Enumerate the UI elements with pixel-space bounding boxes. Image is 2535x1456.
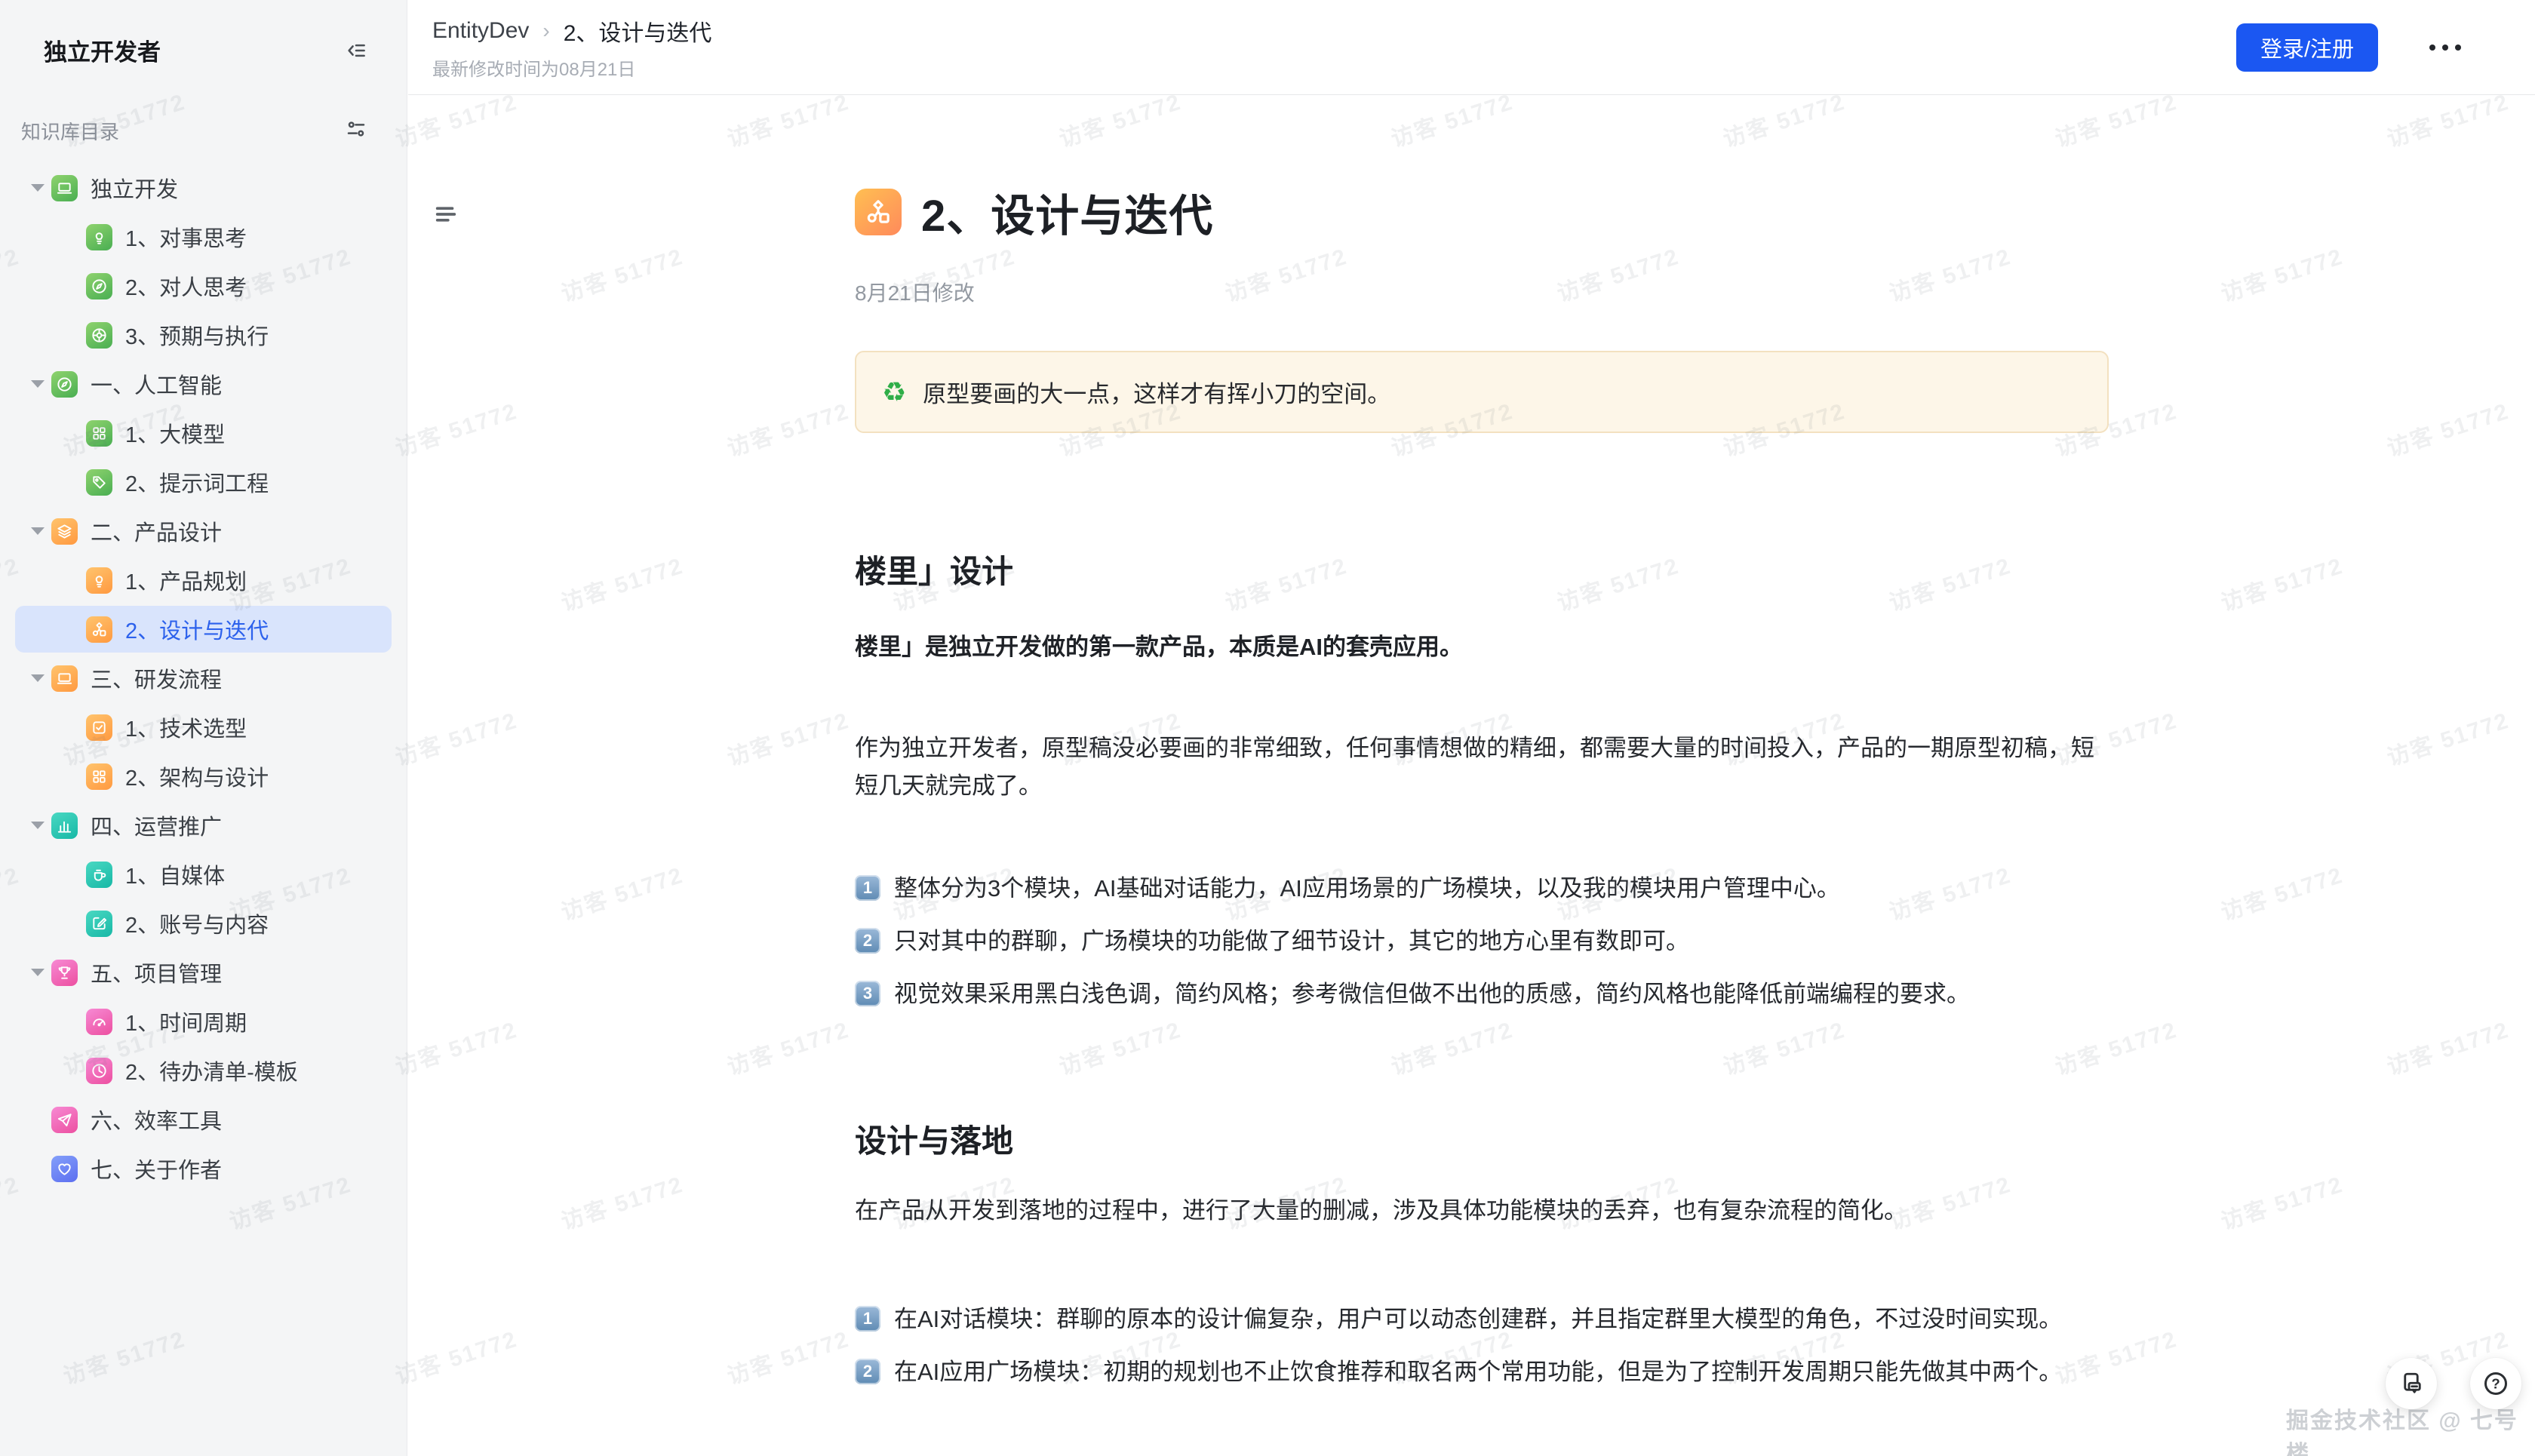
- gauge-icon: [86, 1009, 112, 1035]
- svg-text:?: ?: [2491, 1376, 2500, 1392]
- sidebar: 独立开发者 知识库目录 独立开发 1、对事思考 2、对人思考 3、: [0, 0, 407, 1456]
- caret-down-icon[interactable]: [24, 665, 51, 692]
- compass-icon: [51, 371, 78, 398]
- sidebar-item[interactable]: 二、产品设计: [15, 508, 392, 554]
- paper-plane-icon: [51, 1107, 78, 1133]
- keycap-2-icon: 2: [855, 928, 880, 954]
- help-button[interactable]: ?: [2470, 1358, 2521, 1409]
- breadcrumb-current: 2、设计与迭代: [564, 14, 712, 48]
- keycap-1-icon: 1: [855, 1306, 880, 1332]
- breadcrumb-separator-icon: ›: [542, 19, 549, 43]
- sidebar-item[interactable]: 1、技术选型: [15, 704, 392, 751]
- keycap-2-icon: 2: [855, 1359, 880, 1384]
- question-mark-icon: ?: [2482, 1370, 2509, 1397]
- paragraph-bold: 楼里」是独立开发做的第一款产品，本质是AI的套壳应用。: [855, 628, 2109, 666]
- login-register-button[interactable]: 登录/注册: [2236, 23, 2378, 72]
- lightbulb-icon: [86, 224, 112, 250]
- paragraph: 作为独立开发者，原型稿没必要画的非常细致，任何事情想做的精细，都需要大量的时间投…: [855, 730, 2109, 805]
- numbered-list: 1 整体分为3个模块，AI基础对话能力，AI应用场景的广场模块，以及我的模块用户…: [855, 871, 2109, 1012]
- sidebar-item[interactable]: 2、待办清单-模板: [15, 1047, 392, 1094]
- sidebar-item[interactable]: 2、对人思考: [15, 263, 392, 309]
- sidebar-item[interactable]: 2、提示词工程: [15, 459, 392, 505]
- page-title: 2、设计与迭代: [921, 180, 1213, 244]
- bar-chart-icon: [51, 812, 78, 839]
- aperture-icon: [86, 322, 112, 349]
- caret-down-icon[interactable]: [24, 174, 51, 201]
- keycap-1-icon: 1: [855, 875, 880, 901]
- sidebar-item[interactable]: 七、关于作者: [15, 1145, 392, 1192]
- sidebar-item[interactable]: 1、时间周期: [15, 998, 392, 1045]
- sidebar-item[interactable]: 2、架构与设计: [15, 753, 392, 800]
- flowchart-icon: [86, 616, 112, 643]
- feedback-button[interactable]: [2386, 1358, 2437, 1409]
- list-item: 2 在AI应用广场模块：初期的规划也不止饮食推荐和取名两个常用功能，但是为了控制…: [855, 1355, 2109, 1390]
- caret-down-icon[interactable]: [24, 812, 51, 839]
- callout-text: 原型要画的大一点，这样才有挥小刀的空间。: [923, 375, 1390, 409]
- sidebar-item[interactable]: 五、项目管理: [15, 949, 392, 996]
- section-heading: 楼里」设计: [855, 546, 2109, 592]
- keycap-3-icon: 3: [855, 981, 880, 1006]
- doc-flowchart-icon: [855, 189, 902, 235]
- clock-icon: [86, 1058, 112, 1084]
- sidebar-item[interactable]: 一、人工智能: [15, 361, 392, 407]
- caret-down-icon[interactable]: [24, 518, 51, 545]
- trophy-icon: [51, 960, 78, 986]
- last-modified-note: 最新修改时间为08月21日: [432, 54, 711, 81]
- sidebar-item[interactable]: 1、产品规划: [15, 557, 392, 604]
- grid-icon: [86, 420, 112, 447]
- list-item: 3 视觉效果采用黑白浅色调，简约风格；参考微信但做不出他的质感，简约风格也能降低…: [855, 977, 2109, 1012]
- sidebar-item-selected[interactable]: 2、设计与迭代: [15, 606, 392, 653]
- sidebar-item[interactable]: 3、预期与执行: [15, 312, 392, 358]
- toc-section-label: 知识库目录: [21, 117, 119, 145]
- sidebar-item[interactable]: 四、运营推广: [15, 802, 392, 849]
- lightbulb-icon: [86, 567, 112, 594]
- breadcrumb-root[interactable]: EntityDev: [432, 18, 529, 44]
- list-item: 1 整体分为3个模块，AI基础对话能力，AI应用场景的广场模块，以及我的模块用户…: [855, 871, 2109, 906]
- caret-down-icon[interactable]: [24, 370, 51, 398]
- more-menu-icon[interactable]: [2422, 37, 2469, 58]
- outline-toggle-icon[interactable]: [432, 201, 459, 231]
- numbered-list: 1 在AI对话模块：群聊的原本的设计偏复杂，用户可以动态创建群，并且指定群里大模…: [855, 1302, 2109, 1390]
- modified-date: 8月21日修改: [855, 277, 2109, 307]
- sidebar-item[interactable]: 三、研发流程: [15, 655, 392, 702]
- layers-icon: [51, 518, 78, 545]
- workspace-title: 独立开发者: [44, 33, 161, 67]
- sidebar-item[interactable]: 六、效率工具: [15, 1096, 392, 1143]
- laptop-icon: [51, 175, 78, 201]
- checkbox-icon: [86, 714, 112, 741]
- note-pen-icon: [86, 911, 112, 937]
- list-item: 2 只对其中的群聊，广场模块的功能做了细节设计，其它的地方心里有数即可。: [855, 924, 2109, 959]
- laptop-icon: [51, 665, 78, 692]
- paragraph: 在产品从开发到落地的过程中，进行了大量的删减，涉及具体功能模块的丢弃，也有复杂流…: [855, 1192, 2109, 1230]
- sidebar-tree: 独立开发 1、对事思考 2、对人思考 3、预期与执行 一、人工智能 1、大模型: [0, 164, 407, 1192]
- list-item: 1 在AI对话模块：群聊的原本的设计偏复杂，用户可以动态创建群，并且指定群里大模…: [855, 1302, 2109, 1337]
- compass-icon: [86, 273, 112, 299]
- sidebar-item[interactable]: 1、对事思考: [15, 213, 392, 260]
- callout: ♻ 原型要画的大一点，这样才有挥小刀的空间。: [855, 351, 2109, 433]
- sidebar-item[interactable]: 2、账号与内容: [15, 900, 392, 947]
- sidebar-item[interactable]: 1、大模型: [15, 410, 392, 456]
- section-heading: 设计与落地: [855, 1116, 2109, 1162]
- article: 2、设计与迭代 8月21日修改 ♻ 原型要画的大一点，这样才有挥小刀的空间。 楼…: [855, 96, 2109, 1456]
- article-scroll-area[interactable]: 2、设计与迭代 8月21日修改 ♻ 原型要画的大一点，这样才有挥小刀的空间。 楼…: [408, 96, 2535, 1456]
- grid-icon: [86, 763, 112, 790]
- heart-icon: [51, 1156, 78, 1182]
- sidebar-item[interactable]: 1、自媒体: [15, 851, 392, 898]
- sidebar-item[interactable]: 独立开发: [15, 164, 392, 211]
- collapse-sidebar-icon[interactable]: [345, 39, 367, 62]
- toc-settings-icon[interactable]: [345, 118, 367, 144]
- community-watermark: 掘金技术社区 @ 七号楼: [2286, 1402, 2535, 1456]
- breadcrumb: EntityDev › 2、设计与迭代: [432, 14, 711, 48]
- feedback-doc-icon: [2398, 1370, 2425, 1397]
- coffee-icon: [86, 862, 112, 888]
- caret-down-icon[interactable]: [24, 959, 51, 986]
- recycle-icon: ♻: [882, 379, 906, 406]
- topbar: EntityDev › 2、设计与迭代 最新修改时间为08月21日 登录/注册: [408, 0, 2535, 95]
- tag-icon: [86, 469, 112, 496]
